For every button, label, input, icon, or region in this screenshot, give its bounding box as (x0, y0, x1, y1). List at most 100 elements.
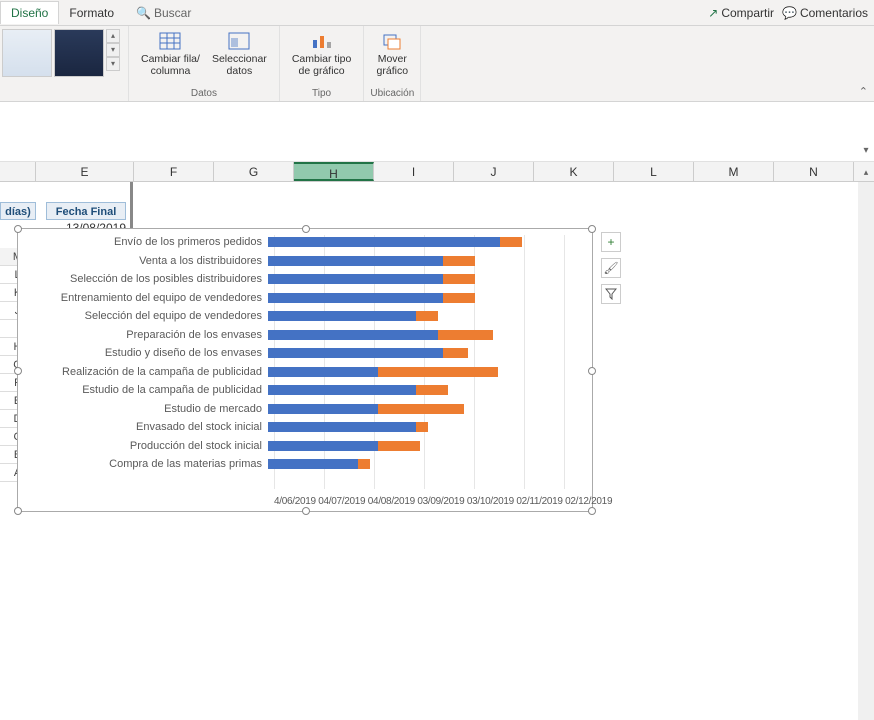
chart-bar-segment-1[interactable] (268, 237, 500, 247)
spreadsheet-grid[interactable]: días) Fecha Final 13/08/2019 MLKJIHGFEDC… (0, 182, 858, 720)
chart-bar-segment-1[interactable] (268, 311, 416, 321)
chart-bar-segment-1[interactable] (268, 330, 438, 340)
chart-plot-area[interactable]: Envío de los primeros pedidos Venta a los… (18, 229, 592, 511)
chart-gridline (524, 235, 525, 489)
select-data-button[interactable]: Seleccionar datos (206, 29, 273, 79)
layout-scroll-up[interactable]: ▴ (106, 29, 120, 43)
column-header-M[interactable]: M (694, 162, 774, 181)
ribbon-group-layouts: ▴ ▾ ▾ (0, 26, 129, 101)
chart-bar-segment-2[interactable] (443, 293, 475, 303)
chart-bar[interactable] (268, 237, 568, 247)
share-button[interactable]: ↗ Compartir (708, 6, 774, 20)
chart-bar-segment-2[interactable] (443, 348, 468, 358)
vscroll-up[interactable]: ▴ (858, 162, 874, 182)
chart-bar-segment-2[interactable] (443, 274, 475, 284)
chart-elements-button[interactable]: + (601, 232, 621, 252)
ribbon-group-label-ubicacion: Ubicación (370, 88, 414, 101)
chart-bar-segment-2[interactable] (416, 422, 428, 432)
chart-bar[interactable] (268, 367, 568, 377)
chart-bar-row: Estudio de la campaña de publicidad (28, 381, 582, 400)
chart-bar-row: Selección de los posibles distribuidores (28, 270, 582, 289)
chart-gridline (324, 235, 325, 489)
chart-bar-segment-2[interactable] (416, 385, 448, 395)
chart-bar[interactable] (268, 256, 568, 266)
column-header-E[interactable]: E (36, 162, 134, 181)
chart-bar[interactable] (268, 348, 568, 358)
chart-bar-row: Venta a los distribuidores (28, 252, 582, 271)
chart-bar-segment-2[interactable] (378, 404, 464, 414)
column-header-G[interactable]: G (214, 162, 294, 181)
chart-category-label: Producción del stock inicial (28, 440, 268, 452)
chart-layout-thumb-1[interactable] (2, 29, 52, 77)
chart-category-label: Estudio de la campaña de publicidad (28, 384, 268, 396)
chart-bar-segment-1[interactable] (268, 404, 378, 414)
chart-bar-segment-1[interactable] (268, 274, 443, 284)
chart-gridline (474, 235, 475, 489)
chart-category-label: Envío de los primeros pedidos (28, 236, 268, 248)
chart-bar-segment-1[interactable] (268, 367, 378, 377)
layout-scroll-down[interactable]: ▾ (106, 43, 120, 57)
vertical-scrollbar[interactable] (858, 182, 874, 720)
chart-bar[interactable] (268, 274, 568, 284)
column-header-N[interactable]: N (774, 162, 854, 181)
chart-bar-segment-2[interactable] (358, 459, 370, 469)
chart-bar-segment-1[interactable] (268, 422, 416, 432)
cell-header-dias: días) (0, 202, 36, 220)
switch-row-col-button[interactable]: Cambiar fila/ columna (135, 29, 206, 79)
chart-layout-thumb-2[interactable] (54, 29, 104, 77)
chart-bar[interactable] (268, 459, 568, 469)
chart-bar-segment-1[interactable] (268, 348, 443, 358)
share-label: Compartir (721, 6, 774, 20)
column-header-K[interactable]: K (534, 162, 614, 181)
comments-button[interactable]: 💬 Comentarios (782, 6, 868, 20)
layout-scroll-more[interactable]: ▾ (106, 57, 120, 71)
collapse-ribbon-button[interactable]: ⌃ (859, 85, 868, 98)
chart-bar-row: Selección del equipo de vendedores (28, 307, 582, 326)
chart-category-label: Estudio de mercado (28, 403, 268, 415)
chart-bar-row: Entrenamiento del equipo de vendedores (28, 289, 582, 308)
column-header-H[interactable]: H (294, 162, 374, 181)
chart-bar-segment-2[interactable] (438, 330, 493, 340)
column-header-J[interactable]: J (454, 162, 534, 181)
chart-bar-segment-2[interactable] (416, 311, 438, 321)
change-chart-type-button[interactable]: Cambiar tipo de gráfico (286, 29, 358, 79)
chart-bar-row: Estudio y diseño de los envases (28, 344, 582, 363)
column-header-I[interactable]: I (374, 162, 454, 181)
chart-bar-segment-1[interactable] (268, 441, 378, 451)
search-box[interactable]: 🔍 Buscar (136, 6, 191, 20)
ribbon-group-label-datos: Datos (191, 88, 217, 101)
search-icon: 🔍 (136, 6, 151, 20)
chart-bar-segment-2[interactable] (443, 256, 475, 266)
chart-bar-segment-1[interactable] (268, 385, 416, 395)
ribbon-group-location: Mover gráfico Ubicación (364, 26, 421, 101)
change-type-label: Cambiar tipo de gráfico (292, 53, 352, 77)
chart-bar-segment-2[interactable] (378, 367, 498, 377)
select-all-corner[interactable] (0, 162, 36, 181)
chart-bar-row: Envío de los primeros pedidos (28, 233, 582, 252)
move-chart-button[interactable]: Mover gráfico (371, 29, 415, 79)
column-header-L[interactable]: L (614, 162, 694, 181)
chart-category-label: Preparación de los envases (28, 329, 268, 341)
brush-icon: 🖌 (603, 261, 618, 275)
chart-filters-button[interactable] (601, 284, 621, 304)
chart-bar-segment-2[interactable] (500, 237, 522, 247)
comments-icon: 💬 (782, 6, 797, 20)
chart-bar-segment-1[interactable] (268, 459, 358, 469)
column-header-F[interactable]: F (134, 162, 214, 181)
chart-bar[interactable] (268, 293, 568, 303)
tab-design[interactable]: Diseño (0, 1, 59, 24)
chart-gridline (274, 235, 275, 489)
chart-object[interactable]: Envío de los primeros pedidos Venta a los… (17, 228, 593, 512)
chart-bar[interactable] (268, 441, 568, 451)
chart-bar-segment-1[interactable] (268, 256, 443, 266)
chart-bar[interactable] (268, 330, 568, 340)
chart-bar[interactable] (268, 422, 568, 432)
chart-bar-segment-2[interactable] (378, 441, 420, 451)
chart-bar[interactable] (268, 385, 568, 395)
chart-bar-segment-1[interactable] (268, 293, 443, 303)
tab-format[interactable]: Formato (59, 2, 124, 24)
chart-bar[interactable] (268, 311, 568, 321)
chart-category-label: Compra de las materias primas (28, 458, 268, 470)
chart-styles-button[interactable]: 🖌 (601, 258, 621, 278)
chart-bar[interactable] (268, 404, 568, 414)
